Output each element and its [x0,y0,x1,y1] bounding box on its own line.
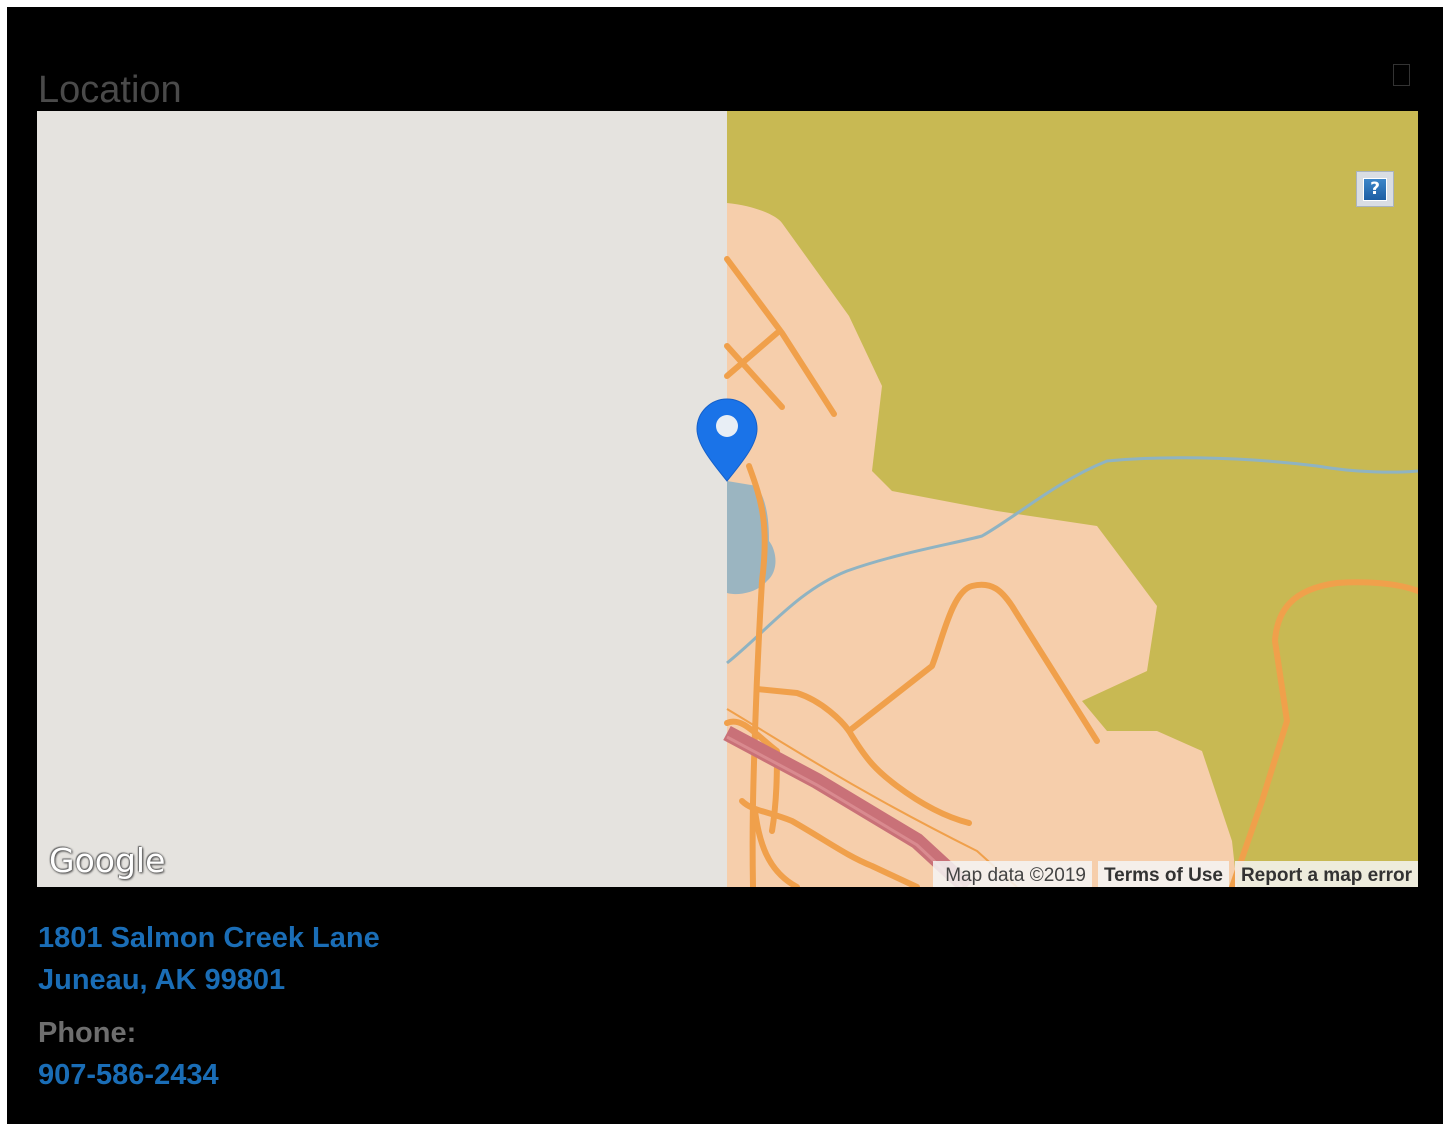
terms-of-use-link[interactable]: Terms of Use [1097,861,1229,887]
google-logo[interactable]: Google [49,841,165,880]
phone-link[interactable]: 907-586-2434 [38,1059,219,1092]
collapse-toggle-icon[interactable] [1393,64,1410,86]
location-panel: Location ? Google Map data ©2019 Terms o… [7,7,1443,1124]
map-data-label: Map data ©2019 [933,861,1092,887]
unloaded-tile-area [37,111,727,887]
map-attribution: Map data ©2019 Terms of Use Report a map… [933,861,1418,887]
map-tiles[interactable] [37,111,1418,887]
section-title: Location [38,68,182,111]
phone-label: Phone: [38,1017,137,1049]
address-block: 1801 Salmon Creek Lane Juneau, AK 99801 [38,917,380,1001]
address-line-1[interactable]: 1801 Salmon Creek Lane [38,917,380,959]
map-viewport[interactable]: ? Google Map data ©2019 Terms of Use Rep… [37,111,1418,887]
map-help-button[interactable]: ? [1356,171,1394,207]
question-icon: ? [1363,177,1387,201]
report-map-error-link[interactable]: Report a map error [1234,861,1418,887]
address-line-2[interactable]: Juneau, AK 99801 [38,959,380,1001]
